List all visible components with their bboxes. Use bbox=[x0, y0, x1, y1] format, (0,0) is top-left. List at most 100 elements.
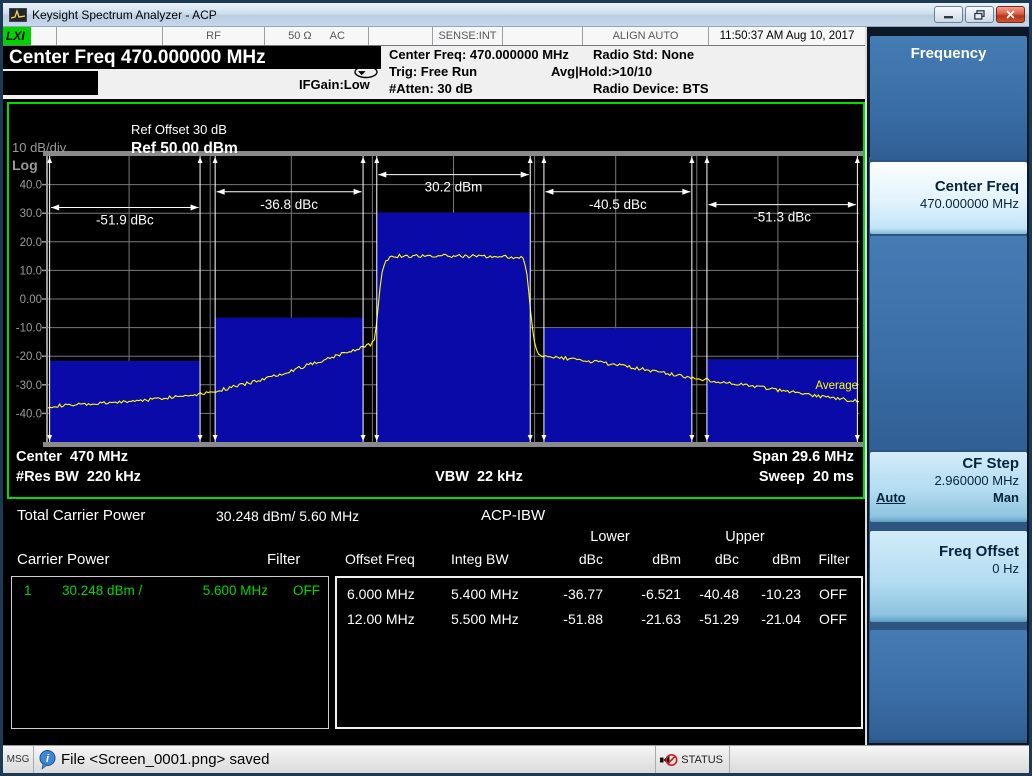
band-carrier bbox=[376, 212, 531, 442]
total-carrier-power-label: Total Carrier Power bbox=[17, 507, 146, 524]
datetime-display: 11:50:37 AM Aug 10, 2017 bbox=[719, 30, 855, 42]
align-indicator: ALIGN AUTO bbox=[583, 27, 709, 45]
band-upper-offset-6MHz bbox=[543, 328, 692, 442]
carrier-power-header: Carrier Power bbox=[17, 551, 110, 568]
col-filter: Filter bbox=[818, 551, 850, 567]
cf-step-man-toggle[interactable]: Man bbox=[993, 490, 1019, 505]
band-upper-offset-12MHz bbox=[706, 359, 858, 442]
svg-text:-20.0: -20.0 bbox=[16, 351, 42, 363]
upper-group-header: Upper bbox=[725, 529, 765, 545]
softkey-cf-step[interactable]: CF Step 2.960000 MHz Auto Man bbox=[870, 452, 1027, 522]
offset-table: 6.000 MHz 5.400 MHz -36.77 -6.521 -40.48 -10.… bbox=[335, 576, 863, 729]
svg-text:-40.5 dBc: -40.5 dBc bbox=[589, 197, 647, 212]
svg-text:-10.0: -10.0 bbox=[16, 323, 42, 335]
strip-cell-empty-3 bbox=[503, 27, 583, 45]
softkey-sidebar: Frequency Center Freq 470.000000 MHz CF … bbox=[865, 27, 1029, 745]
softkey-freq-offset[interactable]: Freq Offset 0 Hz bbox=[870, 531, 1027, 622]
svg-text:-51.9 dBc: -51.9 dBc bbox=[96, 212, 154, 227]
softkey-center-freq[interactable]: Center Freq 470.000000 MHz bbox=[870, 162, 1027, 234]
svg-text:Sweep 20 ms: Sweep 20 ms bbox=[759, 469, 854, 485]
col-upper-dbc: dBc bbox=[714, 551, 739, 567]
softkey-label: CF Step bbox=[962, 455, 1019, 472]
rf-indicator: RF bbox=[163, 27, 265, 45]
carrier-filter-header: Filter bbox=[267, 551, 301, 568]
statusbar-tail bbox=[729, 746, 1029, 773]
offset-cell: 12.00 MHz bbox=[347, 610, 415, 627]
total-carrier-power-value: 30.248 dBm/ 5.60 MHz bbox=[216, 508, 360, 524]
softkey-label: Center Freq bbox=[934, 178, 1019, 195]
info-radio-std: Radio Std: None bbox=[593, 47, 695, 62]
spectrum-chart: Average -51.9 dBc -36.8 dBc 30.2 dBm -40.5 d… bbox=[12, 122, 864, 485]
offset-cell: -36.77 bbox=[563, 585, 603, 602]
offset-cell: OFF bbox=[819, 610, 847, 627]
info-atten: #Atten: 30 dB bbox=[389, 81, 473, 96]
offset-cell: 5.500 MHz bbox=[451, 610, 519, 627]
cf-step-auto-toggle[interactable]: Auto bbox=[876, 490, 906, 505]
carrier-filter-value: OFF bbox=[293, 583, 320, 598]
svg-text:20.0: 20.0 bbox=[20, 237, 42, 249]
info-balloon-icon: i bbox=[39, 749, 56, 770]
lower-group-header: Lower bbox=[590, 529, 630, 545]
header-black-box bbox=[3, 71, 98, 95]
offset-cell: -51.29 bbox=[699, 610, 739, 627]
lxi-logo: LXI bbox=[3, 27, 31, 45]
svg-text:Log: Log bbox=[12, 157, 38, 173]
acp-ibw-label: ACP-IBW bbox=[481, 507, 546, 524]
offset-cell: -21.04 bbox=[761, 610, 801, 627]
status-label: STATUS bbox=[681, 753, 723, 766]
graticule-frame: Average -51.9 dBc -36.8 dBc 30.2 dBm -40.5 d… bbox=[7, 102, 865, 499]
band-lower-offset-6MHz bbox=[215, 317, 364, 442]
svg-text:VBW 22 kHz: VBW 22 kHz bbox=[435, 469, 523, 485]
offset-cell: -10.23 bbox=[761, 585, 801, 602]
svg-text:-30.0: -30.0 bbox=[16, 380, 42, 392]
active-function-readout: Center Freq 470.000000 MHz bbox=[3, 46, 381, 69]
carrier-row: 1 30.248 dBm / 5.600 MHz OFF bbox=[12, 577, 328, 598]
sense-indicator: SENSE:INT bbox=[433, 27, 503, 45]
offset-cell: -40.48 bbox=[699, 585, 739, 602]
lxi-indicator: LXI bbox=[3, 27, 57, 45]
softkey-value: 0 Hz bbox=[992, 561, 1019, 576]
svg-text:40.0: 40.0 bbox=[20, 180, 42, 192]
softkey-value: 470.000000 MHz bbox=[919, 196, 1019, 211]
offset-cell: -6.521 bbox=[641, 585, 681, 602]
offset-cell: -21.63 bbox=[641, 610, 681, 627]
info-trigger: Trig: Free Run bbox=[389, 64, 478, 79]
msg-label: MSG bbox=[6, 754, 30, 765]
divider bbox=[655, 746, 657, 773]
continuous-sweep-icon bbox=[354, 65, 378, 79]
menu-title: Frequency bbox=[910, 45, 987, 62]
softkey-blank-1 bbox=[870, 236, 1027, 450]
svg-text:-51.3 dBc: -51.3 dBc bbox=[753, 210, 811, 225]
col-upper-dbm: dBm bbox=[772, 551, 801, 567]
coupling-indicator: AC bbox=[329, 30, 345, 42]
svg-text:#Res BW 220 kHz: #Res BW 220 kHz bbox=[16, 469, 141, 485]
app-icon bbox=[9, 7, 27, 22]
title-bar: Keysight Spectrum Analyzer - ACP bbox=[3, 3, 1029, 27]
carrier-bw-value: 5.600 MHz bbox=[202, 583, 268, 598]
instrument-status-strip: LXI RF 50 Ω AC SENSE:INT ALIGN AUTO 11:5… bbox=[3, 27, 865, 46]
carrier-power-table: 1 30.248 dBm / 5.600 MHz OFF bbox=[11, 576, 329, 729]
restore-button[interactable] bbox=[965, 6, 994, 23]
softkey-label: Freq Offset bbox=[938, 543, 1019, 560]
close-button[interactable] bbox=[996, 6, 1025, 23]
info-center-freq: Center Freq: 470.000000 MHz bbox=[389, 47, 569, 62]
strip-cell-empty-2 bbox=[369, 27, 433, 45]
status-message: File <Screen_0001.png> saved bbox=[61, 751, 270, 768]
offset-cell: -51.88 bbox=[563, 610, 603, 627]
svg-text:30.2 dBm: 30.2 dBm bbox=[425, 180, 483, 195]
carrier-index: 1 bbox=[24, 583, 32, 598]
svg-text:Average: Average bbox=[815, 380, 858, 392]
softkey-blank-2 bbox=[870, 630, 1027, 740]
message-bar: MSG i File <Screen_0001.png> saved STATU… bbox=[3, 745, 1029, 773]
offset-cell: 5.400 MHz bbox=[451, 585, 519, 602]
col-offset-freq: Offset Freq bbox=[345, 551, 415, 567]
svg-text:Center 470 MHz: Center 470 MHz bbox=[16, 449, 128, 465]
strip-cell-empty-1 bbox=[57, 27, 163, 45]
offset-table-row: 6.000 MHz 5.400 MHz -36.77 -6.521 -40.48 -10.… bbox=[337, 581, 861, 606]
col-integ-bw: Integ BW bbox=[451, 551, 509, 567]
input-coupling-indicator: 50 Ω AC bbox=[265, 27, 369, 45]
info-radio-device: Radio Device: BTS bbox=[593, 81, 709, 96]
col-lower-dbc: dBc bbox=[578, 551, 603, 567]
divider bbox=[33, 746, 34, 773]
minimize-button[interactable] bbox=[934, 6, 963, 23]
